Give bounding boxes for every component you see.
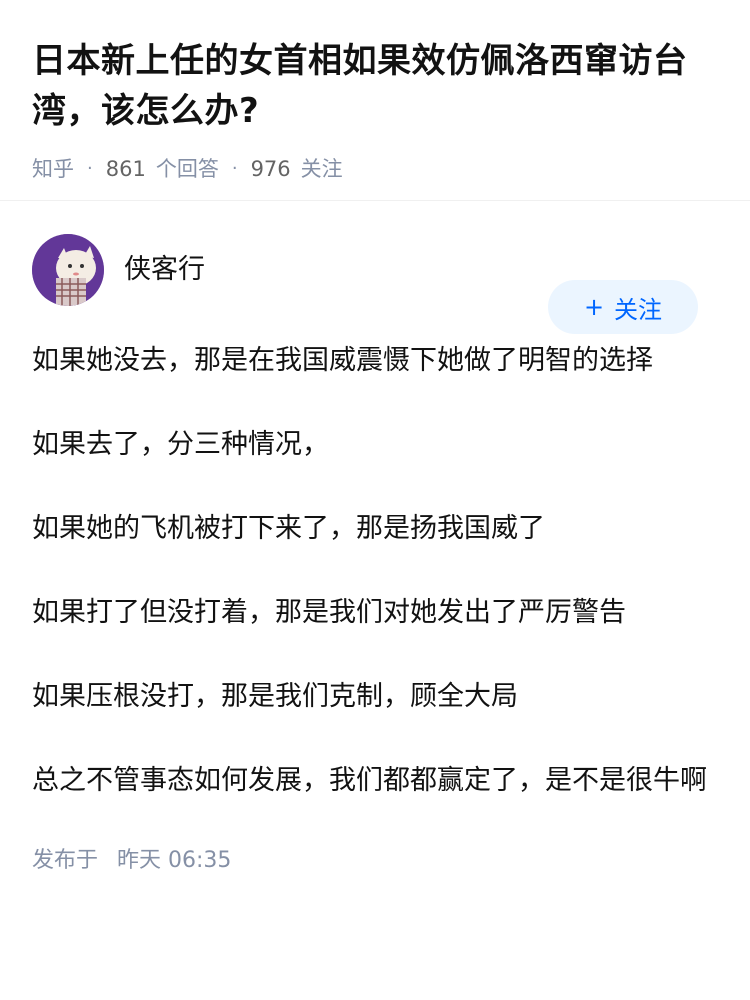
answer-paragraph: 如果她没去，那是在我国威震慑下她做了明智的选择	[32, 345, 653, 376]
question-header: 日本新上任的女首相如果效仿佩洛西窜访台湾，该怎么办? 知乎 · 861 个回答 …	[0, 0, 750, 201]
question-title[interactable]: 日本新上任的女首相如果效仿佩洛西窜访台湾，该怎么办?	[32, 36, 718, 136]
follow-button[interactable]: + 关注	[548, 280, 698, 334]
answer-paragraph: 如果打了但没打着，那是我们对她发出了严厉警告	[32, 597, 626, 628]
publish-time: 昨天 06:35	[117, 848, 232, 873]
answer-paragraph: 如果去了，分三种情况，	[32, 429, 329, 460]
avatar[interactable]	[32, 234, 104, 306]
plus-icon: +	[583, 293, 605, 321]
follow-button-label: 关注	[614, 295, 663, 324]
publish-info: 发布于 昨天 06:35	[32, 846, 718, 876]
author-name[interactable]: 侠客行	[124, 247, 205, 286]
publish-label: 发布于	[32, 848, 99, 873]
meta-separator: ·	[87, 158, 93, 179]
author-row: 侠客行 + 关注	[32, 201, 718, 337]
answer-card: 侠客行 + 关注 如果她没去，那是在我国威震慑下她做了明智的选择 如果去了，分三…	[0, 201, 750, 876]
avatar-image	[32, 234, 104, 306]
answer-paragraph: 如果压根没打，那是我们克制，顾全大局	[32, 681, 518, 712]
answer-body: 如果她没去，那是在我国威震慑下她做了明智的选择 如果去了，分三种情况， 如果她的…	[32, 337, 718, 804]
meta-separator: ·	[231, 158, 238, 179]
answer-paragraph: 总之不管事态如何发展，我们都都赢定了，是不是很牛啊	[32, 765, 707, 796]
answer-paragraph: 如果她的飞机被打下来了，那是扬我国威了	[32, 513, 545, 544]
source-label[interactable]: 知乎	[32, 154, 74, 184]
answers-count: 861	[105, 157, 146, 181]
followers-label[interactable]: 关注	[301, 154, 343, 184]
question-meta: 知乎 · 861 个回答 · 976 关注	[32, 154, 718, 184]
answers-label[interactable]: 个回答	[156, 154, 219, 184]
followers-count: 976	[250, 157, 291, 181]
